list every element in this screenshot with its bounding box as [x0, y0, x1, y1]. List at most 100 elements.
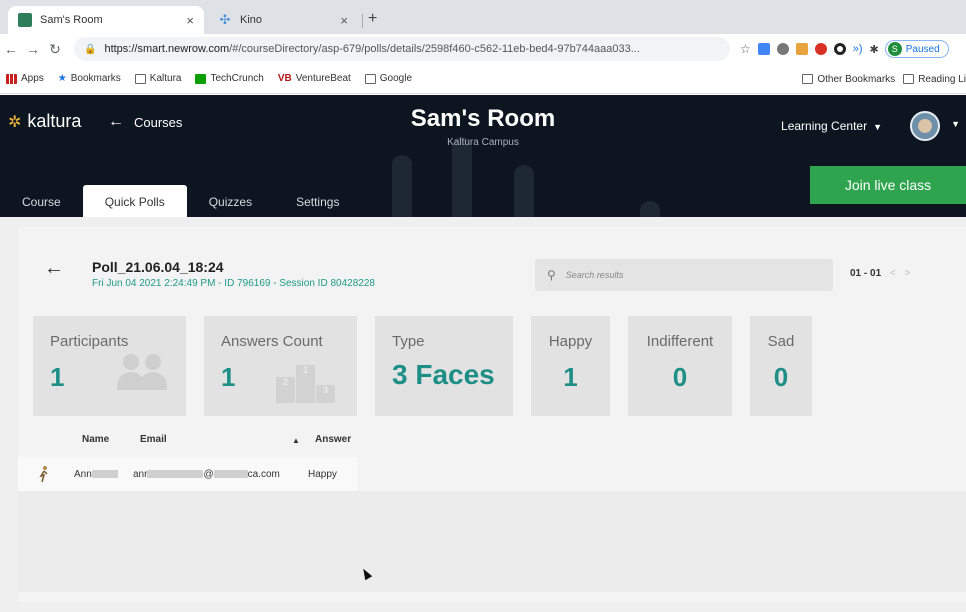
main-content: ← Poll_21.06.04_18:24 Fri Jun 04 2021 2:…: [0, 217, 966, 612]
kaltura-favicon-icon: [18, 13, 32, 27]
kino-favicon-icon: ✣: [219, 12, 231, 27]
sad-card: Sad 0: [750, 316, 812, 416]
techcrunch-icon: [195, 73, 207, 84]
profile-button[interactable]: S Paused: [884, 40, 949, 58]
folder-icon: [134, 73, 146, 84]
url-path: /#/courseDirectory/asp-679/polls/details…: [229, 43, 640, 55]
drive-extension-icon[interactable]: [757, 43, 770, 55]
profile-status: Paused: [905, 43, 940, 55]
sort-ascending-icon[interactable]: ▲: [292, 436, 300, 445]
type-card: Type 3 Faces: [375, 316, 513, 416]
decorative-bar: [640, 201, 660, 217]
bookmark-other[interactable]: Other Bookmarks: [802, 74, 895, 85]
back-arrow-icon[interactable]: ←: [44, 257, 64, 280]
star-icon: ★: [57, 73, 67, 84]
tab-quizzes[interactable]: Quizzes: [187, 185, 274, 217]
row-answer: Happy: [308, 469, 337, 480]
bookmark-kaltura[interactable]: Kaltura: [134, 73, 181, 84]
lock-extension-icon[interactable]: [795, 43, 808, 55]
search-placeholder: Search results: [565, 270, 624, 280]
answers-count-card: Answers Count 1 2 1 3: [204, 316, 357, 416]
type-value: 3 Faces: [392, 359, 495, 390]
bookmark-bookmarks[interactable]: ★ Bookmarks: [58, 73, 121, 84]
row-email: anr @ ca.com: [133, 469, 280, 480]
puzzle-extension-icon[interactable]: ✱: [870, 43, 879, 56]
decorative-bar: [514, 165, 534, 217]
chevron-right-icon[interactable]: >: [905, 268, 911, 279]
audio-extension-icon[interactable]: »): [853, 43, 863, 55]
bookmark-reading-list[interactable]: Reading Li: [903, 74, 966, 85]
lock-icon: 🔒: [84, 43, 97, 55]
indifferent-label: Indifferent: [646, 333, 714, 350]
happy-card: Happy 1: [531, 316, 610, 416]
participants-label: Participants: [50, 333, 129, 350]
bookmark-apps[interactable]: Apps: [6, 73, 44, 84]
venturebeat-icon: VB: [277, 73, 292, 84]
row-name: Ann: [74, 469, 118, 480]
chevron-left-icon[interactable]: <: [890, 268, 896, 279]
table-row[interactable]: Ann anr @ ca.com Happy: [18, 457, 358, 491]
folder-icon: [802, 74, 814, 84]
settings-extension-icon[interactable]: [776, 43, 789, 55]
browser-tab-sams-room[interactable]: Sam's Room ×: [8, 6, 204, 34]
column-header-name[interactable]: Name: [82, 434, 109, 445]
bookmark-google[interactable]: Google: [364, 73, 412, 84]
learning-center-dropdown[interactable]: Learning Center ▼: [781, 119, 882, 133]
room-subtitle: Kaltura Campus: [447, 137, 519, 148]
podium-icon: 2 1 3: [276, 361, 336, 403]
column-header-email[interactable]: Email: [140, 434, 167, 445]
participants-value: 1: [50, 362, 65, 392]
tab-settings[interactable]: Settings: [274, 185, 361, 217]
reading-list-icon: [903, 74, 915, 84]
indifferent-card: Indifferent 0: [628, 316, 732, 416]
tab-title: Sam's Room: [40, 14, 103, 26]
bookmark-techcrunch[interactable]: TechCrunch: [195, 73, 264, 84]
decorative-bar: [392, 155, 412, 217]
indifferent-value: 0: [672, 362, 688, 392]
redacted-text: [147, 470, 204, 479]
apps-grid-icon: [6, 73, 17, 84]
happy-label: Happy: [548, 333, 593, 350]
participants-card: Participants 1: [33, 316, 186, 416]
circle-extension-icon[interactable]: [833, 43, 846, 55]
type-label: Type: [392, 333, 425, 350]
empty-results-area: [18, 491, 966, 592]
user-figure-icon: [39, 466, 48, 483]
bookmarks-bar: Apps ★ Bookmarks Kaltura TechCrunch VB Ven…: [0, 64, 966, 94]
search-icon: ⚲: [547, 268, 556, 282]
participants-icon: [115, 354, 175, 398]
browser-tabstrip: Sam's Room × ✣ Kino × +: [0, 0, 966, 34]
browser-tab-kino[interactable]: ✣ Kino ×: [208, 6, 358, 34]
profile-avatar: S: [887, 42, 902, 56]
address-bar[interactable]: 🔒 https://smart.newrow.com/#/courseDirec…: [74, 37, 730, 61]
back-icon[interactable]: ←: [0, 41, 22, 57]
star-icon[interactable]: ☆: [740, 42, 751, 56]
forward-icon[interactable]: →: [22, 41, 44, 57]
bookmark-venturebeat[interactable]: VB VentureBeat: [278, 73, 351, 84]
join-live-class-button[interactable]: Join live class: [810, 166, 966, 204]
decorative-bar: [452, 137, 472, 217]
sad-value: 0: [773, 362, 789, 392]
pagination: 01 - 01 < >: [850, 268, 910, 279]
app-header: ✲ kaltura ← Courses Sam's Room Kaltura C…: [0, 95, 966, 217]
poll-name: Poll_21.06.04_18:24: [92, 259, 224, 275]
sad-label: Sad: [767, 333, 795, 350]
poll-meta: Fri Jun 04 2021 2:24:49 PM - ID 796169 -…: [92, 278, 375, 289]
red-extension-icon[interactable]: [814, 43, 827, 55]
tab-quick-polls[interactable]: Quick Polls: [82, 185, 187, 217]
close-tab-icon[interactable]: ×: [340, 13, 348, 28]
close-tab-icon[interactable]: ×: [186, 13, 194, 28]
column-header-answer[interactable]: Answer: [315, 434, 351, 445]
new-tab-button[interactable]: +: [368, 10, 377, 28]
caret-down-icon[interactable]: ▼: [951, 119, 960, 129]
tab-course[interactable]: Course: [0, 185, 83, 217]
user-avatar[interactable]: [910, 111, 940, 141]
tab-divider: [362, 14, 363, 28]
tab-title: Kino: [240, 14, 263, 26]
page-range: 01 - 01: [850, 268, 882, 279]
search-results-input[interactable]: ⚲ Search results: [535, 259, 833, 291]
course-tabs: Course Quick Polls Quizzes Settings: [0, 185, 361, 217]
browser-toolbar: ← → ↻ 🔒 https://smart.newrow.com/#/cours…: [0, 34, 966, 64]
reload-icon[interactable]: ↻: [44, 41, 66, 58]
url-host: https://smart.newrow.com: [104, 43, 230, 55]
